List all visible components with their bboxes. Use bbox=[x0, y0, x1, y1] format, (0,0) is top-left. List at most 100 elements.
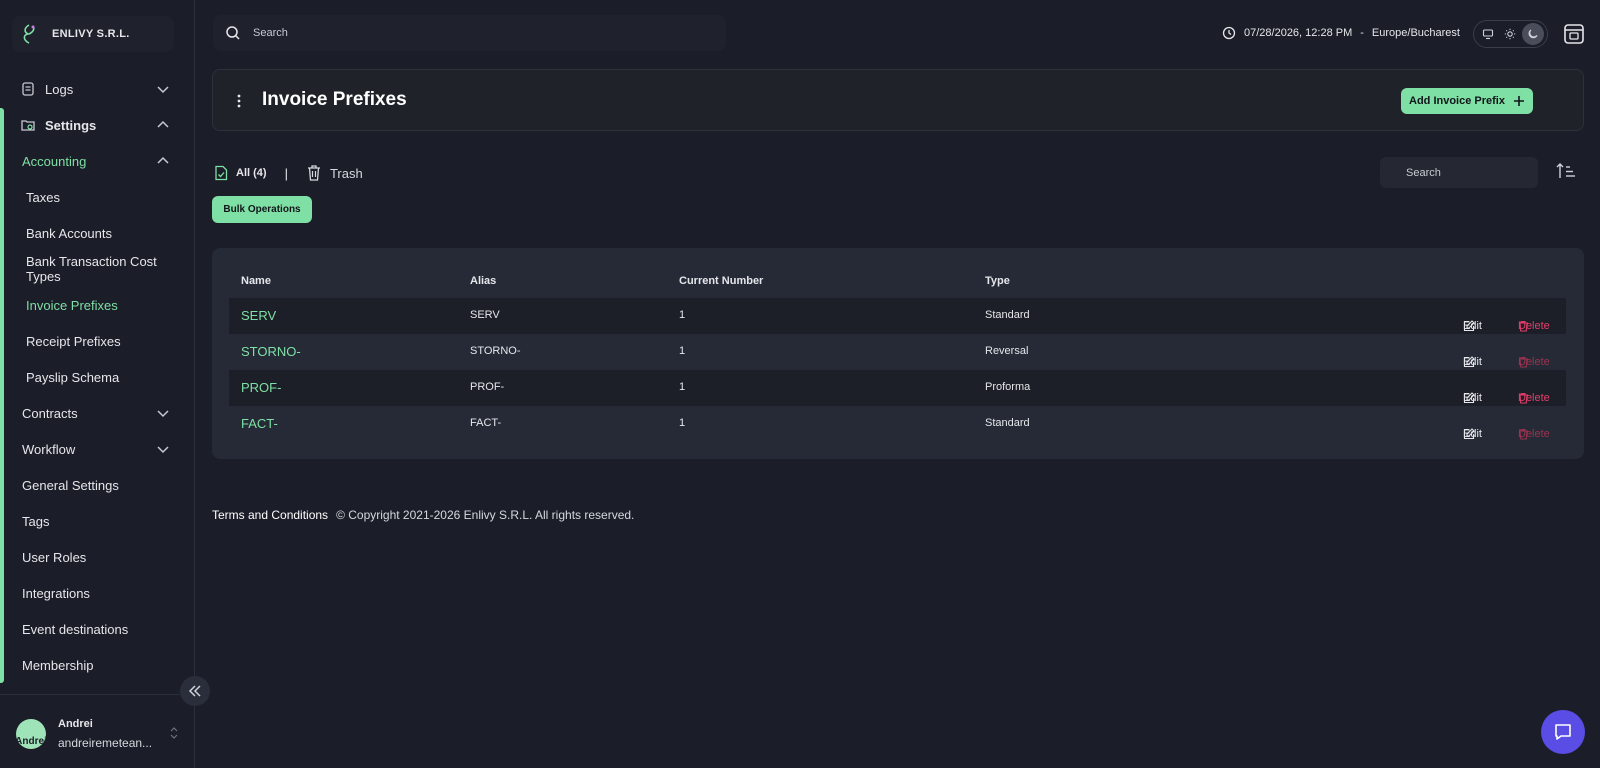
sidebar-item-receipt-prefixes[interactable]: Receipt Prefixes bbox=[0, 324, 190, 358]
column-header-alias[interactable]: Alias bbox=[470, 275, 496, 287]
timezone-value: Europe/Bucharest bbox=[1371, 27, 1460, 39]
sidebar-item-user-roles[interactable]: User Roles bbox=[0, 540, 190, 574]
prefix-name-link[interactable]: PROF- bbox=[241, 380, 281, 395]
prefix-name-link[interactable]: STORNO- bbox=[241, 344, 301, 359]
trash-icon bbox=[1518, 320, 1529, 332]
file-check-icon bbox=[214, 165, 228, 181]
chat-button[interactable] bbox=[1541, 710, 1585, 754]
prefix-alias: FACT- bbox=[470, 417, 502, 429]
sidebar-item-contracts[interactable]: Contracts bbox=[0, 396, 190, 430]
page-title: Invoice Prefixes bbox=[262, 89, 407, 110]
column-header-type[interactable]: Type bbox=[985, 275, 1010, 287]
prefix-type: Standard bbox=[985, 309, 1030, 321]
sidebar-item-membership[interactable]: Membership bbox=[0, 648, 190, 682]
add-invoice-prefix-button[interactable]: Add Invoice Prefix bbox=[1401, 88, 1533, 114]
sidebar-item-accounting[interactable]: Accounting bbox=[0, 144, 190, 178]
chevron-down-icon bbox=[156, 442, 170, 456]
tab-separator: | bbox=[284, 165, 288, 181]
chevron-up-down-icon bbox=[170, 726, 178, 740]
tab-all[interactable]: All (4) bbox=[214, 165, 267, 181]
enlivy-logo-icon bbox=[20, 24, 38, 44]
prefix-current-number: 1 bbox=[679, 345, 686, 357]
sidebar-item-label: Payslip Schema bbox=[26, 369, 120, 385]
sidebar-item-tags[interactable]: Tags bbox=[0, 504, 190, 538]
logs-icon bbox=[20, 81, 36, 97]
bulk-operations-button[interactable]: Bulk Operations bbox=[212, 196, 312, 223]
sidebar-item-logs[interactable]: Logs bbox=[0, 72, 190, 106]
filter-tabs: All (4) | Trash bbox=[214, 162, 363, 184]
global-search[interactable] bbox=[213, 15, 726, 51]
footer: Terms and Conditions © Copyright 2021-20… bbox=[212, 508, 634, 522]
sidebar-item-invoice-prefixes[interactable]: Invoice Prefixes bbox=[0, 288, 190, 322]
table-header: Name Alias Current Number Type bbox=[212, 275, 1584, 295]
table-row: SERV SERV 1 Standard Edit Delete bbox=[229, 298, 1566, 334]
settings-folder-icon bbox=[20, 117, 36, 133]
invoice-prefixes-table: Name Alias Current Number Type SERV SERV… bbox=[212, 248, 1584, 459]
prefix-current-number: 1 bbox=[679, 417, 686, 429]
theme-toggle[interactable] bbox=[1473, 20, 1548, 48]
column-header-name[interactable]: Name bbox=[241, 275, 271, 287]
org-name: ENLIVY S.R.L. bbox=[52, 28, 130, 40]
chevron-down-icon bbox=[156, 82, 170, 96]
prefix-name-link[interactable]: FACT- bbox=[241, 416, 278, 431]
chevron-down-icon bbox=[156, 406, 170, 420]
sidebar-item-event-destinations[interactable]: Event destinations bbox=[0, 612, 190, 646]
more-vertical-icon[interactable] bbox=[236, 92, 242, 110]
sidebar-item-taxes[interactable]: Taxes bbox=[0, 180, 190, 214]
table-search-input[interactable] bbox=[1406, 166, 1526, 179]
sidebar-item-label: Taxes bbox=[26, 189, 60, 205]
chevron-up-icon bbox=[156, 118, 170, 132]
datetime-separator: - bbox=[1360, 27, 1364, 39]
sidebar-item-label: User Roles bbox=[22, 549, 87, 565]
trash-icon bbox=[1518, 392, 1529, 404]
chevrons-left-icon bbox=[188, 684, 202, 698]
edit-icon bbox=[1463, 428, 1475, 440]
prefix-type: Reversal bbox=[985, 345, 1029, 357]
user-menu[interactable]: Andrei Andrei andreiremetean... bbox=[16, 712, 186, 756]
user-name: Andrei bbox=[58, 718, 93, 730]
sidebar-item-label: General Settings bbox=[22, 477, 119, 493]
terms-link[interactable]: Terms and Conditions bbox=[212, 508, 328, 522]
plus-icon bbox=[1513, 95, 1525, 107]
app-window-icon[interactable] bbox=[1563, 23, 1585, 45]
org-switcher[interactable]: ENLIVY S.R.L. bbox=[12, 16, 174, 52]
sidebar-item-label: Contracts bbox=[22, 405, 78, 421]
sidebar-item-payslip-schema[interactable]: Payslip Schema bbox=[0, 360, 190, 394]
edit-icon bbox=[1463, 392, 1475, 404]
sidebar-item-settings[interactable]: Settings bbox=[0, 108, 190, 142]
table-search[interactable] bbox=[1380, 157, 1538, 188]
search-input[interactable] bbox=[253, 27, 673, 39]
sidebar-item-integrations[interactable]: Integrations bbox=[0, 576, 190, 610]
tab-all-label: All (4) bbox=[236, 167, 267, 179]
sidebar-item-workflow[interactable]: Workflow bbox=[0, 432, 190, 466]
search-icon bbox=[225, 25, 241, 41]
trash-icon bbox=[306, 164, 322, 182]
sidebar-item-bank-accounts[interactable]: Bank Accounts bbox=[0, 216, 190, 250]
sidebar-item-label: Invoice Prefixes bbox=[26, 297, 118, 313]
copyright-text: © Copyright 2021-2026 Enlivy S.R.L. All … bbox=[336, 508, 635, 522]
sidebar: ENLIVY S.R.L. Logs Settings Accounting T… bbox=[0, 0, 195, 768]
table-row: PROF- PROF- 1 Proforma Edit Delete bbox=[229, 370, 1566, 406]
table-row: STORNO- STORNO- 1 Reversal Edit Delete bbox=[229, 334, 1566, 370]
sun-icon[interactable] bbox=[1499, 23, 1521, 45]
sidebar-item-label: Tags bbox=[22, 513, 50, 529]
trash-icon bbox=[1518, 428, 1529, 440]
sidebar-item-label: Workflow bbox=[22, 441, 76, 457]
sidebar-item-bank-transaction-cost-types[interactable]: Bank Transaction Cost Types bbox=[0, 252, 190, 286]
sidebar-item-label: Bank Accounts bbox=[26, 225, 112, 241]
sidebar-item-general-settings[interactable]: General Settings bbox=[0, 468, 190, 502]
collapse-sidebar-button[interactable] bbox=[180, 676, 210, 706]
sidebar-item-label: Bank Transaction Cost Types bbox=[26, 254, 157, 284]
edit-icon bbox=[1463, 320, 1475, 332]
sidebar-item-label: Integrations bbox=[22, 585, 90, 601]
prefix-name-link[interactable]: SERV bbox=[241, 308, 276, 323]
monitor-icon[interactable] bbox=[1477, 23, 1499, 45]
sidebar-item-label: Receipt Prefixes bbox=[26, 333, 121, 349]
sort-icon[interactable] bbox=[1556, 162, 1576, 180]
sidebar-item-label: Membership bbox=[22, 657, 94, 673]
moon-icon[interactable] bbox=[1521, 23, 1544, 45]
column-header-current-number[interactable]: Current Number bbox=[679, 275, 763, 287]
tab-trash[interactable]: Trash bbox=[306, 164, 363, 182]
prefix-alias: PROF- bbox=[470, 381, 505, 393]
add-button-label: Add Invoice Prefix bbox=[1409, 95, 1505, 107]
